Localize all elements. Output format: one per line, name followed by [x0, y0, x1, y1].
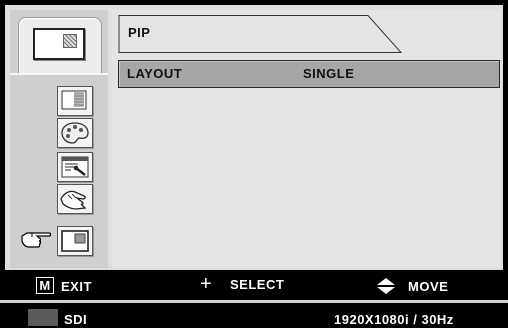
color-palette-icon	[61, 122, 89, 144]
select-hint-label: SELECT	[230, 277, 285, 292]
sidebar-item-utility[interactable]	[57, 184, 93, 214]
picture-icon	[61, 90, 87, 110]
sidebar-item-color[interactable]	[57, 118, 93, 148]
status-bar: SDI 1920X1080i / 30Hz	[0, 303, 508, 328]
menu-row-layout[interactable]: LAYOUT SINGLE	[118, 60, 500, 88]
pointing-hand-icon	[20, 228, 54, 248]
hand-icon	[60, 190, 87, 210]
page-title: PIP	[128, 25, 151, 40]
menu-key-icon: M	[36, 277, 54, 294]
sidebar-divider	[10, 73, 108, 75]
input-source-label: SDI	[64, 312, 88, 327]
sidebar-item-pip[interactable]	[57, 226, 93, 256]
plus-icon: +	[200, 273, 213, 295]
input-source-indicator	[28, 309, 58, 326]
pip-icon	[61, 230, 89, 252]
layout-value[interactable]: SINGLE	[303, 66, 354, 81]
exit-hint-label: EXIT	[61, 279, 92, 294]
sidebar-item-pip-selected[interactable]	[18, 17, 102, 73]
signal-resolution-label: 1920X1080i / 30Hz	[334, 312, 454, 327]
sidebar-item-picture[interactable]	[57, 86, 93, 116]
layout-label: LAYOUT	[127, 66, 183, 81]
osd-screen: PIP LAYOUT SINGLE M EXIT + SELECT MOVE S…	[0, 0, 508, 328]
settings-window-icon	[61, 156, 89, 178]
key-hint-bar: M EXIT + SELECT MOVE	[0, 271, 508, 300]
sidebar-item-setup[interactable]	[57, 152, 93, 182]
menu-title-tab	[118, 15, 402, 53]
pip-window-icon	[33, 28, 85, 60]
move-hint-label: MOVE	[408, 279, 449, 294]
up-down-arrow-icon	[377, 278, 395, 294]
